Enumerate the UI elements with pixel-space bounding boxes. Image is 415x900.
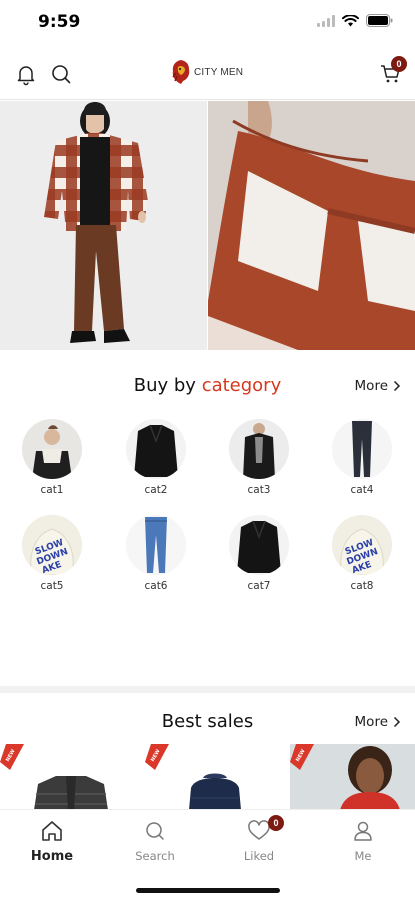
brand-logo[interactable]: CITY MEN	[170, 59, 243, 85]
category-item[interactable]: cat1	[12, 419, 92, 496]
category-label: cat2	[144, 484, 168, 496]
category-label: cat8	[350, 580, 374, 592]
category-item[interactable]: cat7	[219, 515, 299, 592]
wifi-icon	[342, 14, 359, 26]
blue-jeans-image	[126, 515, 186, 575]
lion-logo-icon	[172, 60, 190, 84]
dark-trousers-image	[332, 419, 392, 479]
category-section-title: Buy by category	[0, 375, 415, 396]
product-card[interactable]: NEW	[290, 744, 415, 810]
category-more-link[interactable]: More	[355, 378, 401, 394]
chevron-right-icon	[393, 380, 401, 392]
category-thumb	[126, 515, 186, 575]
category-label: cat3	[247, 484, 271, 496]
category-thumb	[229, 419, 289, 479]
status-time: 9:59	[38, 12, 81, 32]
category-label: cat1	[40, 484, 64, 496]
home-indicator	[136, 888, 280, 893]
tab-me[interactable]: Me	[323, 820, 403, 863]
category-label: cat6	[144, 580, 168, 592]
section-divider	[0, 686, 415, 693]
search-icon	[146, 822, 164, 840]
home-icon	[42, 821, 62, 841]
tab-label: Liked	[243, 849, 275, 863]
status-bar: 9:59	[0, 0, 415, 46]
plaid-closeup-image	[208, 101, 415, 350]
cart-count-badge: 0	[391, 56, 407, 72]
category-item[interactable]: SLOW DOWN AKE cat8	[322, 515, 402, 592]
product-card[interactable]: NEW	[145, 744, 285, 810]
status-icons	[317, 14, 393, 27]
best-sales-header: Best sales More	[0, 711, 415, 741]
best-sales-more-link[interactable]: More	[355, 714, 401, 730]
tab-liked[interactable]: Liked	[219, 820, 299, 863]
category-item[interactable]: cat3	[219, 419, 299, 496]
category-item[interactable]: SLOW DOWN AKE cat5	[12, 515, 92, 592]
category-thumb	[22, 419, 82, 479]
product-card[interactable]: NEW	[0, 744, 140, 810]
best-sales-more-label: More	[354, 714, 388, 730]
search-icon[interactable]	[49, 62, 73, 86]
category-section-header: Buy by category More	[0, 375, 415, 405]
brand-name: CITY MEN	[194, 66, 244, 78]
category-title-prefix: Buy by	[133, 375, 202, 396]
best-sales-title: Best sales	[161, 711, 254, 732]
category-thumb: SLOW DOWN AKE	[332, 515, 392, 575]
shirt-model-image	[22, 419, 82, 479]
print-hoodie-image: SLOW DOWN AKE	[22, 515, 82, 575]
category-thumb: SLOW DOWN AKE	[22, 515, 82, 575]
category-more-label: More	[354, 378, 388, 394]
black-jacket-image	[229, 515, 289, 575]
category-label: cat4	[350, 484, 374, 496]
category-title-accent: category	[201, 375, 282, 396]
category-thumb	[332, 419, 392, 479]
battery-icon	[366, 14, 393, 27]
print-hoodie-image: SLOW DOWN AKE	[332, 515, 392, 575]
hero-slide-model[interactable]	[0, 101, 207, 350]
black-coat-image	[229, 419, 289, 479]
category-label: cat7	[247, 580, 271, 592]
signal-icon	[317, 14, 335, 27]
hero-carousel[interactable]	[0, 101, 415, 350]
category-item[interactable]: cat2	[116, 419, 196, 496]
tab-label: Search	[135, 849, 175, 863]
category-thumb	[229, 515, 289, 575]
hero-slide-closeup[interactable]	[208, 101, 415, 350]
tab-search[interactable]: Search	[115, 820, 195, 863]
grey-puffer-vest-image: NEW	[0, 744, 140, 810]
navy-puffer-jacket-image: NEW	[145, 744, 285, 810]
category-item[interactable]: cat6	[116, 515, 196, 592]
model-outfit-image	[44, 102, 148, 343]
chevron-right-icon	[393, 716, 401, 728]
user-icon	[354, 821, 372, 841]
bottom-tab-bar: Home Search Liked Me	[0, 809, 415, 900]
best-sales-carousel[interactable]: NEW NEW NEW	[0, 744, 415, 810]
liked-count-badge: 0	[268, 815, 284, 831]
category-item[interactable]: cat4	[322, 419, 402, 496]
tab-label: Me	[354, 849, 372, 863]
bell-icon[interactable]	[14, 62, 38, 86]
category-label: cat5	[40, 580, 64, 592]
category-thumb	[126, 419, 186, 479]
tab-label: Home	[30, 849, 74, 864]
app-header: CITY MEN	[0, 46, 415, 100]
black-jacket-image	[126, 419, 186, 479]
tab-home[interactable]: Home	[12, 820, 92, 864]
red-hoodie-model-image: NEW	[290, 744, 415, 810]
